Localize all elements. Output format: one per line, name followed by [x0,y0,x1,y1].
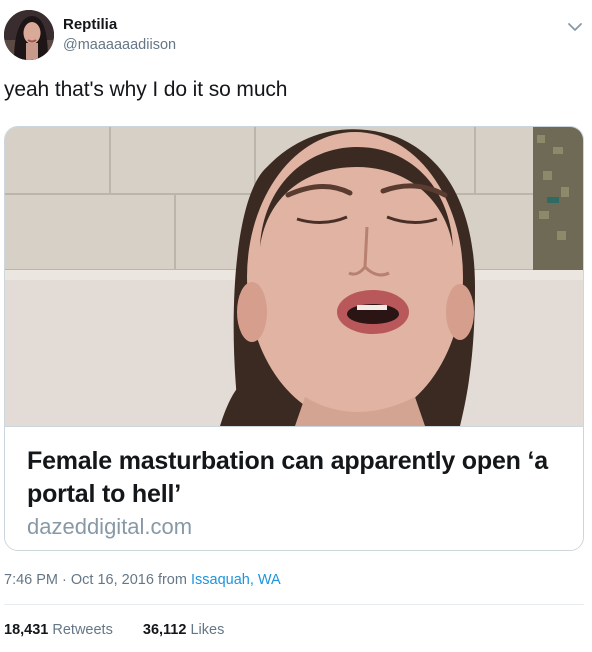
card-body: Female masturbation can apparently open … [5,426,583,550]
tweet-header: Reptilia @maaaaaadiison [4,10,588,60]
likes-stat[interactable]: 36,112 Likes [143,621,224,639]
display-name[interactable]: Reptilia [63,16,176,34]
avatar-photo [4,10,54,60]
from-label: from [153,572,191,588]
tweet-stats: 18,431 Retweets 36,112 Likes [4,621,250,639]
retweets-label: Retweets [52,622,113,638]
link-card[interactable]: Female masturbation can apparently open … [4,126,584,551]
avatar[interactable] [4,10,54,60]
likes-count: 36,112 [142,622,187,638]
retweets-stat[interactable]: 18,431 Retweets [4,621,113,639]
chevron-down-icon[interactable] [566,18,584,36]
meta-separator: · [58,572,71,588]
card-title[interactable]: Female masturbation can apparently open … [27,445,561,511]
author-info: Reptilia @maaaaaadiison [63,16,176,54]
tweet-time[interactable]: 7:46 PM [4,572,58,588]
card-image [5,127,583,426]
tweet: Reptilia @maaaaaadiison yeah that's why … [0,0,592,652]
card-domain: dazeddigital.com [27,514,193,539]
retweets-count: 18,431 [4,622,49,638]
divider [4,604,584,605]
tweet-location[interactable]: Issaquah, WA [191,572,281,588]
user-handle[interactable]: @maaaaaadiison [63,36,176,54]
tweet-meta: 7:46 PM · Oct 16, 2016 from Issaquah, WA [4,571,281,589]
likes-label: Likes [190,622,225,638]
tweet-date[interactable]: Oct 16, 2016 [71,572,154,588]
tweet-text: yeah that's why I do it so much [4,78,288,101]
